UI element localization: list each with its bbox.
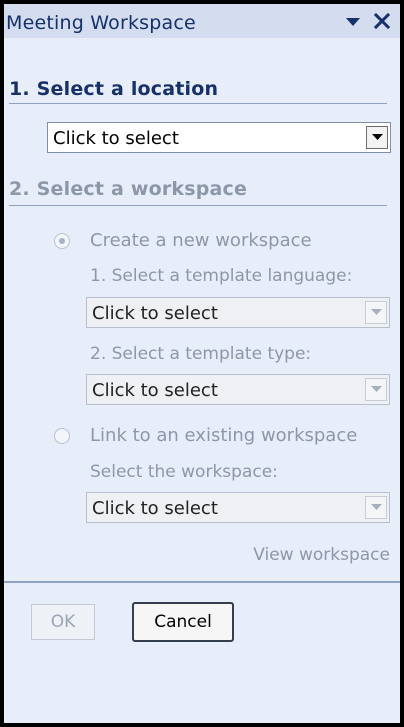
chevron-down-icon (372, 134, 383, 140)
close-icon[interactable] (372, 11, 392, 31)
triangle-down-icon[interactable] (344, 14, 362, 30)
link-workspace-radio[interactable] (54, 428, 70, 444)
location-select-value: Click to select (53, 128, 179, 149)
footer-divider (4, 581, 400, 583)
pane-title: Meeting Workspace (6, 12, 196, 34)
view-workspace-link[interactable]: View workspace (253, 545, 390, 565)
ok-button[interactable]: OK (31, 604, 95, 640)
template-language-value: Click to select (92, 303, 218, 324)
create-workspace-radio[interactable] (54, 233, 70, 249)
cancel-button[interactable]: Cancel (132, 602, 234, 642)
chevron-down-icon (371, 386, 382, 392)
location-dropdown-button[interactable] (366, 126, 388, 149)
meeting-workspace-pane: Meeting Workspace 1. Select a location C… (4, 4, 400, 723)
chevron-down-icon (371, 309, 382, 315)
create-workspace-label: Create a new workspace (90, 230, 312, 251)
template-type-select[interactable]: Click to select (86, 374, 390, 405)
template-type-dropdown-button[interactable] (365, 378, 387, 401)
existing-workspace-dropdown-button[interactable] (365, 496, 387, 519)
template-language-label: 1. Select a template language: (90, 266, 353, 286)
radio-selected-dot (59, 238, 65, 244)
link-workspace-label: Link to an existing workspace (90, 425, 358, 446)
template-type-value: Click to select (92, 380, 218, 401)
template-type-label: 2. Select a template type: (90, 344, 312, 364)
section-divider (9, 205, 387, 206)
section-select-workspace-heading: 2. Select a workspace (9, 178, 248, 200)
select-workspace-label: Select the workspace: (90, 462, 278, 482)
template-language-select[interactable]: Click to select (86, 297, 390, 328)
existing-workspace-value: Click to select (92, 498, 218, 519)
template-language-dropdown-button[interactable] (365, 301, 387, 324)
existing-workspace-select[interactable]: Click to select (86, 492, 390, 523)
section-select-location-heading: 1. Select a location (9, 78, 219, 100)
pane-title-bar: Meeting Workspace (4, 4, 400, 38)
section-divider (9, 103, 387, 104)
chevron-down-icon (371, 504, 382, 510)
location-select[interactable]: Click to select (47, 122, 391, 153)
